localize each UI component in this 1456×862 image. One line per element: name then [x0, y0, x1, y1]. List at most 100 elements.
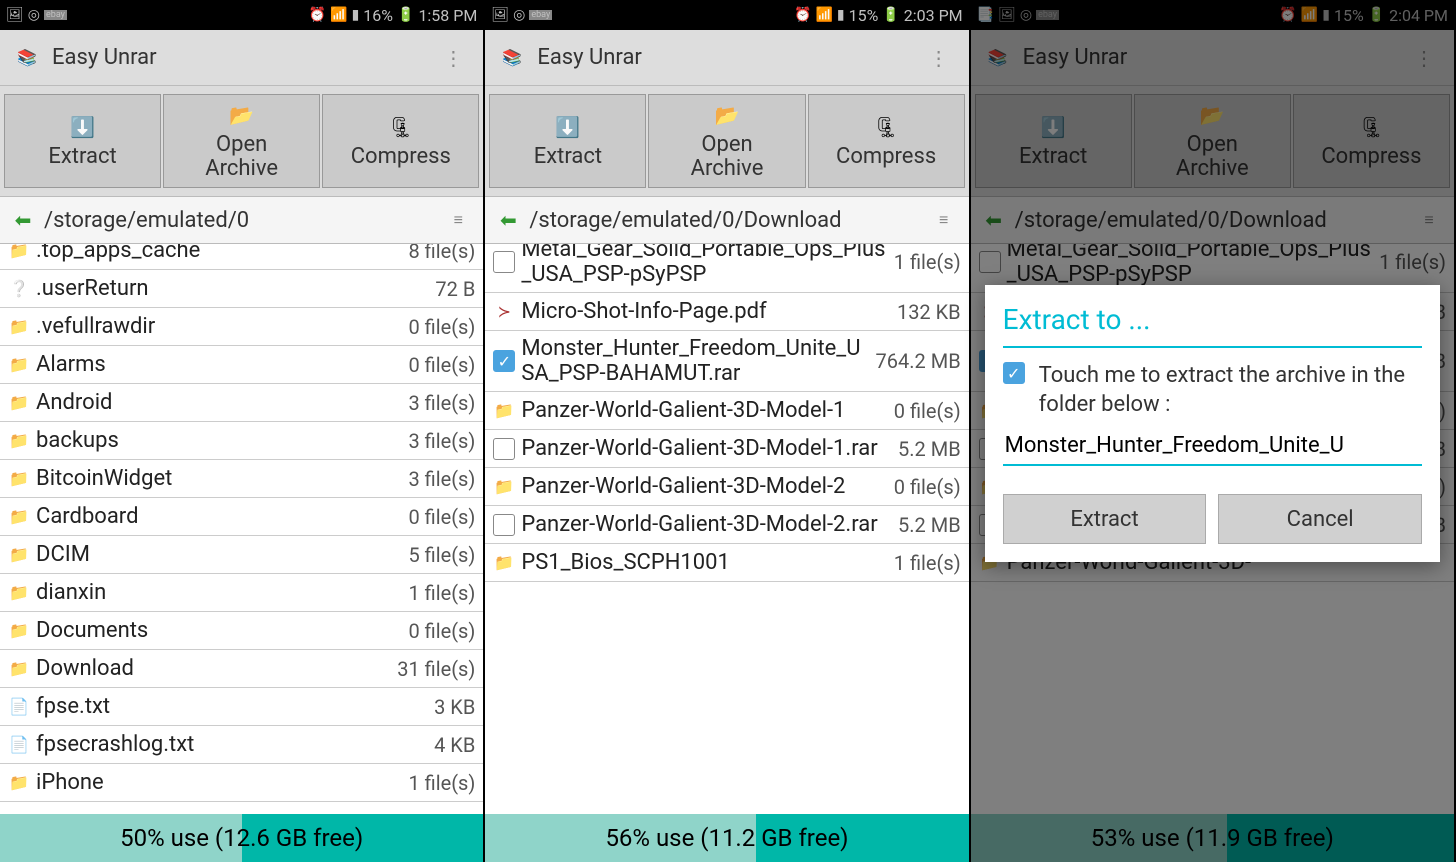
file-row[interactable]: 📁Cardboard0 file(s) — [0, 498, 483, 536]
file-row[interactable]: 📁dianxin1 file(s) — [0, 574, 483, 612]
gallery-icon: 🖼 — [491, 7, 509, 23]
open-archive-button[interactable]: 📂 Open Archive — [163, 94, 320, 188]
file-row[interactable]: 📁BitcoinWidget3 file(s) — [0, 460, 483, 498]
file-name: Micro-Shot-Info-Page.pdf — [521, 299, 891, 324]
file-row[interactable]: ✓ Monster_Hunter_Freedom_Unite_USA_PSP-BA… — [485, 331, 968, 392]
file-checkbox[interactable]: ✓ — [493, 350, 515, 372]
file-size: 3 file(s) — [408, 391, 475, 415]
file-name: Panzer-World-Galient-3D-Model-2.rar — [521, 512, 892, 537]
extract-icon: ⬇️ — [554, 113, 582, 141]
file-row[interactable]: 📁Android3 file(s) — [0, 384, 483, 422]
folder-icon: 📁 — [8, 430, 30, 452]
battery-icon: 🔋 — [397, 7, 414, 23]
file-checkbox[interactable] — [493, 438, 515, 460]
file-list[interactable]: Metal_Gear_Solid_Portable_Ops_Plus_USA_P… — [485, 244, 968, 814]
file-size: 3 file(s) — [408, 467, 475, 491]
folder-icon: 📁 — [8, 582, 30, 604]
back-button[interactable]: ⬅ — [493, 207, 523, 233]
dialog-extract-button[interactable]: Extract — [1003, 494, 1207, 544]
file-checkbox[interactable] — [493, 251, 515, 273]
extract-label: Extract — [48, 145, 116, 169]
panel-2: 🖼 ◎ ebay ⏰ 📶 ▮ 15% 🔋 2:03 PM 📚 Easy Unra… — [485, 0, 970, 862]
folder-icon: 📁 — [8, 354, 30, 376]
file-row[interactable]: 📁.top_apps_cache8 file(s) — [0, 244, 483, 270]
dialog-divider — [1003, 346, 1422, 348]
dialog-buttons: Extract Cancel — [1003, 494, 1422, 544]
dialog-cancel-button[interactable]: Cancel — [1218, 494, 1422, 544]
file-row[interactable]: 📁Alarms0 file(s) — [0, 346, 483, 384]
file-checkbox[interactable] — [493, 514, 515, 536]
file-row[interactable]: 📁 Documents0 file(s) — [0, 612, 483, 650]
file-size: 8 file(s) — [408, 244, 475, 263]
dialog-folder-input[interactable] — [1003, 427, 1422, 466]
folder-icon: 📁 — [8, 244, 30, 262]
sort-button[interactable]: ≡ — [927, 203, 961, 237]
file-name: Monster_Hunter_Freedom_Unite_USA_PSP-BAH… — [521, 336, 869, 386]
file-name: DCIM — [36, 542, 402, 567]
file-size: 5 file(s) — [408, 543, 475, 567]
app-title: Easy Unrar — [537, 45, 642, 70]
panel-3: 📑 🖼 ◎ ebay ⏰ 📶 ▮ 15% 🔋 2:04 PM 📚 Easy Un… — [971, 0, 1456, 862]
file-row[interactable]: Panzer-World-Galient-3D-Model-1.rar5.2 M… — [485, 430, 968, 468]
sort-button[interactable]: ≡ — [441, 203, 475, 237]
extract-label: Extract — [534, 145, 602, 169]
file-row[interactable]: 📁iPhone1 file(s) — [0, 764, 483, 802]
folder-icon: 📁 — [8, 544, 30, 566]
file-row[interactable]: Metal_Gear_Solid_Portable_Ops_Plus_USA_P… — [485, 244, 968, 293]
overflow-menu-button[interactable]: ⋮ — [433, 38, 473, 78]
file-name: Download — [36, 656, 391, 681]
extract-dialog: Extract to ... ✓ Touch me to extract the… — [985, 285, 1440, 562]
back-button[interactable]: ⬅ — [8, 207, 38, 233]
file-row[interactable]: 📁.vefullrawdir0 file(s) — [0, 308, 483, 346]
folder-icon: 📁 — [8, 392, 30, 414]
status-bar: 🖼 ◎ ebay ⏰ 📶 ▮ 16% 🔋 1:58 PM — [0, 0, 483, 30]
compress-button[interactable]: 🗜 Compress — [322, 94, 479, 188]
file-size: 1 file(s) — [408, 581, 475, 605]
battery-text: 16% — [363, 6, 393, 25]
folder-icon: 📁 — [8, 658, 30, 680]
target-icon: ◎ — [513, 7, 525, 23]
wifi-icon: 📶 — [815, 7, 832, 23]
app-bar: 📚 Easy Unrar ⋮ — [485, 30, 968, 86]
file-icon: ❔ — [8, 278, 30, 300]
file-name: Panzer-World-Galient-3D-Model-1.rar — [521, 436, 892, 461]
extract-icon: ⬇️ — [69, 113, 97, 141]
compress-button[interactable]: 🗜 Compress — [808, 94, 965, 188]
file-size: 5.2 MB — [898, 513, 961, 537]
compress-icon: 🗜 — [872, 113, 900, 141]
file-size: 3 KB — [434, 695, 475, 719]
file-size: 72 B — [435, 277, 475, 301]
file-row[interactable]: 📁Download31 file(s) — [0, 650, 483, 688]
text-file-icon: 📄 — [8, 734, 30, 756]
app-logo-icon: 📚 — [10, 41, 44, 75]
folder-icon: 📁 — [8, 316, 30, 338]
extract-button[interactable]: ⬇️ Extract — [489, 94, 646, 188]
file-row[interactable]: ❔.userReturn72 B — [0, 270, 483, 308]
file-size: 0 file(s) — [408, 619, 475, 643]
file-row[interactable]: 📁Panzer-World-Galient-3D-Model-20 file(s… — [485, 468, 968, 506]
file-row[interactable]: Panzer-World-Galient-3D-Model-2.rar5.2 M… — [485, 506, 968, 544]
file-row[interactable]: 📄fpse.txt3 KB — [0, 688, 483, 726]
file-name: .vefullrawdir — [36, 314, 402, 339]
file-row[interactable]: ≻Micro-Shot-Info-Page.pdf132 KB — [485, 293, 968, 331]
file-row[interactable]: 📁PS1_Bios_SCPH10011 file(s) — [485, 544, 968, 582]
folder-icon: 📁 — [8, 620, 30, 642]
extract-button[interactable]: ⬇️ Extract — [4, 94, 161, 188]
file-size: 1 file(s) — [894, 250, 961, 274]
file-row[interactable]: 📄fpsecrashlog.txt4 KB — [0, 726, 483, 764]
file-row[interactable]: 📁Panzer-World-Galient-3D-Model-10 file(s… — [485, 392, 968, 430]
dialog-checkbox[interactable]: ✓ — [1003, 362, 1025, 384]
open-archive-button[interactable]: 📂 Open Archive — [648, 94, 805, 188]
dialog-body[interactable]: ✓ Touch me to extract the archive in the… — [1003, 362, 1422, 419]
panel-1: 🖼 ◎ ebay ⏰ 📶 ▮ 16% 🔋 1:58 PM 📚 Easy Unra… — [0, 0, 485, 862]
file-row[interactable]: 📁backups3 file(s) — [0, 422, 483, 460]
file-name: Alarms — [36, 352, 402, 377]
file-name: Documents — [36, 618, 402, 643]
file-size: 0 file(s) — [408, 505, 475, 529]
ebay-icon: ebay — [529, 10, 552, 20]
file-list[interactable]: 📁.top_apps_cache8 file(s)❔.userReturn72 … — [0, 244, 483, 814]
file-row[interactable]: 📁 DCIM5 file(s) — [0, 536, 483, 574]
file-name: iPhone — [36, 770, 402, 795]
open-archive-icon: 📂 — [713, 101, 741, 129]
overflow-menu-button[interactable]: ⋮ — [919, 38, 959, 78]
